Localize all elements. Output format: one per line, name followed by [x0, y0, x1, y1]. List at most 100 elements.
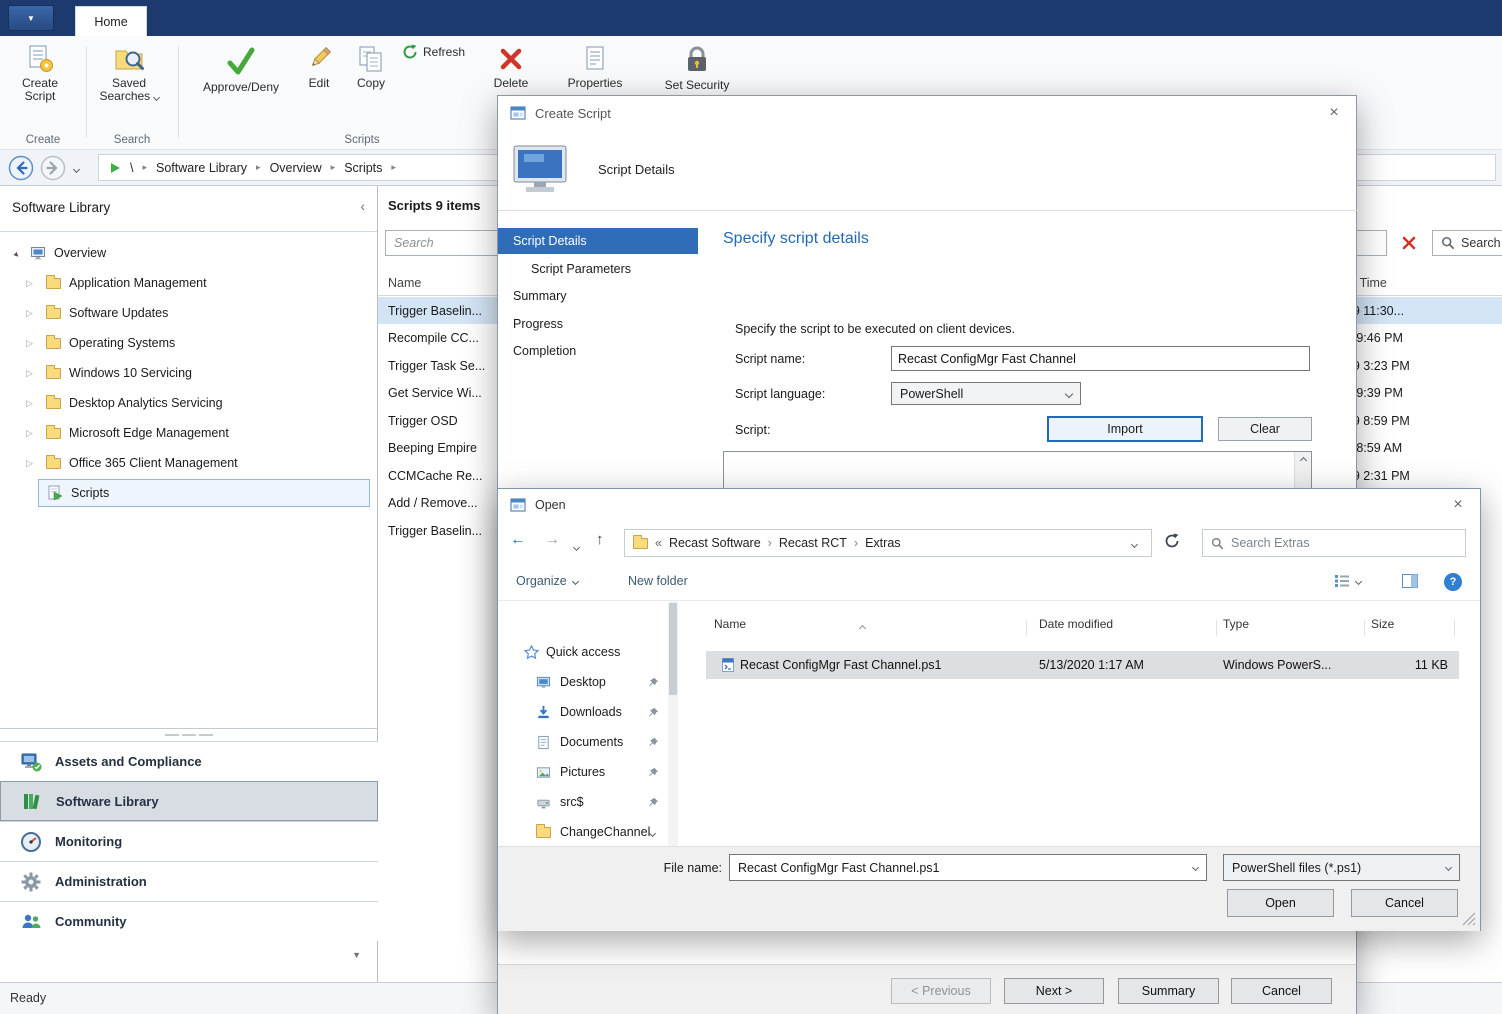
wizard-step-script-details[interactable]: Script Details [498, 228, 698, 254]
tree-item-overview[interactable]: ▼ Overview [0, 238, 378, 268]
tree-collapsed-icon[interactable]: ▷ [26, 428, 40, 439]
cancel-button[interactable]: Cancel [1231, 978, 1332, 1004]
tab-home[interactable]: Home [75, 6, 147, 36]
nav-assets-and-compliance[interactable]: Assets and Compliance [0, 741, 378, 781]
nav-desktop[interactable]: Desktop [498, 669, 668, 695]
file-name-combobox[interactable]: Recast ConfigMgr Fast Channel.ps1 [729, 854, 1207, 881]
column-divider[interactable] [1216, 620, 1217, 636]
up-button[interactable]: ↑ [596, 531, 604, 548]
column-header-name[interactable]: Name [388, 276, 421, 290]
tree-item-windows-10-servicing[interactable]: ▷ Windows 10 Servicing [0, 358, 378, 388]
column-divider[interactable] [1454, 620, 1455, 636]
help-button[interactable]: ? [1444, 573, 1462, 591]
new-folder-button[interactable]: New folder [628, 574, 688, 588]
tree-item-application-management[interactable]: ▷ Application Management [0, 268, 378, 298]
previous-button[interactable]: < Previous [891, 978, 991, 1004]
recent-locations-button[interactable] [574, 539, 579, 553]
script-name-input[interactable] [891, 346, 1310, 371]
tree-item-microsoft-edge-management[interactable]: ▷ Microsoft Edge Management [0, 418, 378, 448]
file-row[interactable]: Recast ConfigMgr Fast Channel.ps1 5/13/2… [706, 651, 1459, 679]
nav-src-share[interactable]: src$ [498, 789, 668, 815]
nav-pictures[interactable]: Pictures [498, 759, 668, 785]
nav-quick-access[interactable]: Quick access [498, 639, 668, 665]
dialog-titlebar[interactable]: Open [498, 489, 1480, 521]
nav-monitoring[interactable]: Monitoring [0, 821, 378, 861]
back-button[interactable]: ← [510, 531, 526, 549]
column-header-type[interactable]: Type [1223, 617, 1249, 639]
clear-search-button[interactable] [1393, 230, 1425, 256]
script-language-select[interactable]: PowerShell [891, 382, 1081, 405]
search-button[interactable]: Search [1432, 230, 1502, 256]
import-button[interactable]: Import [1047, 416, 1203, 442]
wizard-step-summary[interactable]: Summary [498, 283, 698, 309]
delete-button[interactable]: Delete [486, 44, 536, 90]
history-dropdown-button[interactable] [74, 165, 79, 174]
nav-pane-scrollbar[interactable] [668, 601, 678, 846]
preview-pane-button[interactable] [1402, 574, 1418, 588]
column-header-date-modified[interactable]: Date modified [1039, 617, 1113, 639]
wizard-step-completion[interactable]: Completion [498, 338, 698, 364]
file-type-combobox[interactable]: PowerShell files (*.ps1) [1223, 854, 1460, 881]
copy-button[interactable]: Copy [346, 44, 396, 90]
breadcrumb-recast-software[interactable]: Recast Software [669, 536, 761, 550]
tree-collapsed-icon[interactable]: ▷ [26, 368, 40, 379]
forward-button[interactable]: → [544, 531, 560, 549]
breadcrumb-overflow-icon[interactable]: « [655, 536, 662, 550]
tree-collapsed-icon[interactable]: ▷ [26, 458, 40, 469]
scroll-up-button[interactable] [1295, 452, 1312, 469]
view-mode-button[interactable] [1334, 574, 1361, 588]
resize-grip[interactable] [1462, 912, 1476, 926]
nav-administration[interactable]: Administration [0, 861, 378, 901]
nav-overflow-button[interactable]: ▼ [352, 950, 361, 960]
clear-button[interactable]: Clear [1218, 417, 1312, 441]
nav-documents[interactable]: Documents [498, 729, 668, 755]
breadcrumb-software-library[interactable]: Software Library [156, 161, 247, 175]
create-script-button[interactable]: Create Script [6, 44, 74, 103]
tree-item-office-365-client-management[interactable]: ▷ Office 365 Client Management [0, 448, 378, 478]
column-header-size[interactable]: Size [1371, 617, 1394, 639]
tree-collapsed-icon[interactable]: ▷ [26, 278, 40, 289]
tree-expanded-icon[interactable]: ▼ [11, 246, 26, 261]
nav-software-library[interactable]: Software Library [0, 781, 378, 821]
collapse-pane-button[interactable]: ‹ [360, 198, 365, 214]
breadcrumb-root[interactable]: \ [130, 161, 133, 175]
cancel-button[interactable]: Cancel [1351, 889, 1458, 917]
pane-splitter[interactable] [0, 728, 378, 740]
tree-collapsed-icon[interactable]: ▷ [26, 338, 40, 349]
address-breadcrumb[interactable]: « Recast Software › Recast RCT › Extras [624, 529, 1152, 557]
open-button[interactable]: Open [1227, 889, 1334, 917]
breadcrumb-overview[interactable]: Overview [270, 161, 322, 175]
wizard-step-progress[interactable]: Progress [498, 311, 698, 337]
saved-searches-button[interactable]: Saved Searches [92, 44, 166, 103]
approve-deny-button[interactable]: Approve/Deny [194, 44, 288, 94]
app-menu-button[interactable]: ▼ [8, 5, 54, 31]
breadcrumb-extras[interactable]: Extras [865, 536, 900, 550]
column-divider[interactable] [1364, 620, 1365, 636]
refresh-button[interactable] [1164, 533, 1180, 552]
column-header-name[interactable]: Name [714, 617, 746, 639]
address-dropdown-button[interactable] [1132, 536, 1137, 550]
tree-item-scripts[interactable]: Scripts [38, 479, 370, 507]
column-divider[interactable] [1026, 620, 1027, 636]
edit-button[interactable]: Edit [296, 44, 342, 90]
tree-item-software-updates[interactable]: ▷ Software Updates [0, 298, 378, 328]
organize-button[interactable]: Organize [516, 574, 578, 588]
tree-collapsed-icon[interactable]: ▷ [26, 398, 40, 409]
refresh-button[interactable]: Refresh [402, 44, 465, 60]
next-button[interactable]: Next > [1004, 978, 1104, 1004]
nav-changechannel[interactable]: ChangeChannel [498, 819, 668, 845]
wizard-step-script-parameters[interactable]: Script Parameters [498, 256, 698, 282]
close-button[interactable]: × [1436, 489, 1480, 521]
search-input[interactable] [1231, 536, 1431, 550]
nav-downloads[interactable]: Downloads [498, 699, 668, 725]
close-button[interactable]: × [1312, 96, 1356, 130]
breadcrumb-scripts[interactable]: Scripts [344, 161, 382, 175]
tree-item-desktop-analytics-servicing[interactable]: ▷ Desktop Analytics Servicing [0, 388, 378, 418]
nav-community[interactable]: Community [0, 901, 378, 941]
forward-button[interactable] [40, 155, 66, 181]
back-button[interactable] [8, 155, 34, 181]
search-box[interactable] [1202, 529, 1466, 557]
properties-button[interactable]: Properties [562, 44, 628, 90]
set-security-button[interactable]: Set Security [656, 44, 738, 92]
dialog-titlebar[interactable]: Create Script [498, 96, 1356, 130]
